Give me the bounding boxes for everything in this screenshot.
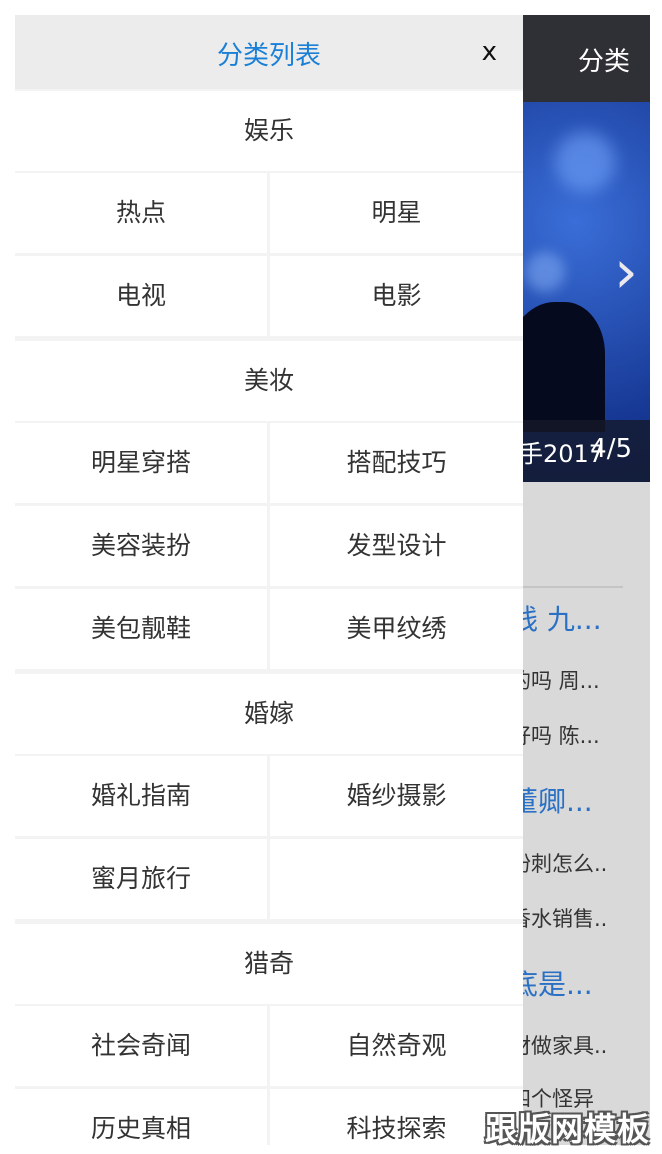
news-summary: 好吗 陈... bbox=[510, 724, 600, 748]
stage-light bbox=[555, 132, 615, 192]
category-item[interactable]: 自然奇观 bbox=[270, 1006, 523, 1086]
news-summary: 的吗 周... bbox=[510, 669, 600, 693]
section-heading: 猎奇 bbox=[15, 924, 523, 1004]
banner-counter: 4/5 bbox=[590, 434, 632, 464]
category-item[interactable]: 明星穿搭 bbox=[15, 423, 267, 503]
category-item[interactable]: 发型设计 bbox=[270, 506, 523, 586]
category-item[interactable]: 历史真相 bbox=[15, 1089, 267, 1145]
category-item[interactable]: 蜜月旅行 bbox=[15, 839, 267, 919]
section-heading: 娱乐 bbox=[15, 91, 523, 171]
category-item[interactable]: 搭配技巧 bbox=[270, 423, 523, 503]
empty-cell bbox=[270, 839, 523, 919]
news-title[interactable]: 线 九... bbox=[510, 598, 602, 638]
close-button[interactable]: x bbox=[482, 37, 497, 67]
category-item[interactable]: 电视 bbox=[15, 256, 267, 336]
news-summary: 香水销售.. bbox=[510, 907, 608, 931]
section-heading: 美妆 bbox=[15, 341, 523, 421]
page-header-title[interactable]: 分类 bbox=[578, 41, 630, 78]
category-item[interactable]: 婚礼指南 bbox=[15, 756, 267, 836]
category-item[interactable]: 电影 bbox=[270, 256, 523, 336]
category-item[interactable]: 社会奇闻 bbox=[15, 1006, 267, 1086]
category-item[interactable]: 美甲纹绣 bbox=[270, 589, 523, 669]
category-drawer: 分类列表 x 娱乐 热点 明星 电视 电影 美妆 明星穿搭 搭配技巧 美容装扮 发型设计 美包靓鞋美… bbox=[15, 15, 523, 1145]
watermark: 跟版网模板 bbox=[484, 1110, 650, 1148]
category-item[interactable]: 婚纱摄影 bbox=[270, 756, 523, 836]
category-item[interactable]: 美包靓鞋 bbox=[15, 589, 267, 669]
news-summary: 材做家具.. bbox=[510, 1034, 608, 1058]
category-item[interactable]: 美容装扮 bbox=[15, 506, 267, 586]
drawer-title: 分类列表 bbox=[216, 41, 321, 71]
category-item[interactable]: 热点 bbox=[15, 173, 267, 253]
news-summary: 扮刺怎么.. bbox=[510, 852, 608, 876]
section-heading: 婚嫁 bbox=[15, 674, 523, 754]
drawer-header: 分类列表 x bbox=[15, 15, 523, 89]
category-item[interactable]: 明星 bbox=[270, 173, 523, 253]
chevron-right-icon[interactable]: › bbox=[614, 242, 638, 302]
stage-light bbox=[525, 252, 565, 292]
